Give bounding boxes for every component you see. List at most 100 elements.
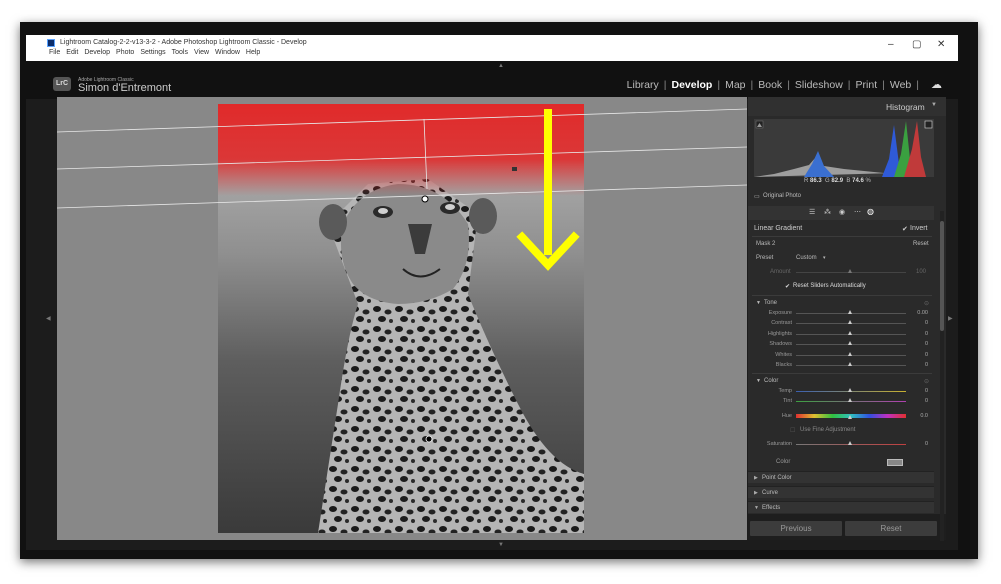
fine-adjustment-checkbox[interactable]: ☐ (790, 427, 795, 434)
hue-label: Hue (781, 413, 792, 419)
window-title: Lightroom Catalog-2-2-v13-3-2 - Adobe Ph… (60, 39, 307, 46)
menu-view[interactable]: View (194, 49, 209, 56)
menu-tools[interactable]: Tools (172, 49, 188, 56)
tint-label: Tint (783, 398, 792, 404)
minimize-button[interactable]: – (888, 39, 894, 50)
menu-photo[interactable]: Photo (116, 49, 134, 56)
blacks-slider-thumb[interactable] (848, 362, 852, 366)
module-library[interactable]: Library (627, 79, 659, 91)
section-curve[interactable]: ▶ Curve (748, 486, 934, 498)
image-work-area[interactable] (57, 97, 747, 540)
reset-sliders-label[interactable]: Reset Sliders Automatically (793, 283, 866, 289)
curve-title[interactable]: Curve (762, 490, 778, 496)
previous-button[interactable]: Previous (750, 521, 842, 536)
contrast-label: Contrast (771, 320, 792, 326)
curve-expand-icon[interactable]: ▶ (754, 490, 758, 496)
section-point-color[interactable]: ▶ Point Color (748, 471, 934, 483)
preset-chevron-icon[interactable]: ▾ (823, 255, 826, 261)
color-toggle-icon[interactable]: ⊝ (924, 378, 929, 385)
color-title[interactable]: Color (764, 378, 778, 384)
module-picker: Library | Develop | Map | Book | Slideshow | … (626, 78, 942, 92)
module-map[interactable]: Map (725, 79, 745, 91)
tone-toggle-icon[interactable]: ⊝ (924, 300, 929, 307)
shadows-slider-thumb[interactable] (848, 341, 852, 345)
panel-scrollbar-thumb[interactable] (940, 221, 944, 331)
blacks-value[interactable]: 0 (912, 362, 928, 368)
lrc-logo: LrC (53, 77, 71, 91)
crop-tool-icon[interactable]: ☰ (809, 208, 815, 216)
cloud-icon[interactable]: ☁ (931, 78, 942, 91)
invert-checkbox[interactable]: ✔ (902, 225, 908, 233)
healing-tool-icon[interactable]: ⁂ (824, 208, 831, 216)
reset-button[interactable]: Reset (845, 521, 937, 536)
histogram-graph[interactable] (754, 119, 934, 177)
exposure-value[interactable]: 0.00 (912, 310, 928, 316)
histogram-title[interactable]: Histogram (886, 102, 925, 112)
module-web[interactable]: Web (890, 79, 911, 91)
tint-value[interactable]: 0 (912, 398, 928, 404)
effects-title[interactable]: Effects (762, 505, 780, 511)
maximize-button[interactable]: ▢ (912, 39, 921, 50)
right-panel-toggle-icon[interactable]: ▶ (948, 315, 953, 322)
reset-sliders-checkbox[interactable]: ✔ (785, 283, 790, 290)
color-swatch[interactable] (887, 459, 903, 466)
saturation-value[interactable]: 0 (912, 441, 928, 447)
mask-reset-link[interactable]: Reset (913, 241, 929, 247)
whites-label: Whites (775, 352, 792, 358)
tone-title[interactable]: Tone (764, 300, 777, 306)
whites-value[interactable]: 0 (912, 352, 928, 358)
top-panel-toggle-icon[interactable]: ▲ (498, 63, 504, 69)
module-book[interactable]: Book (758, 79, 782, 91)
masking-tool-icon[interactable]: ◍ (867, 207, 874, 216)
shadows-value[interactable]: 0 (912, 341, 928, 347)
point-color-title[interactable]: Point Color (762, 475, 792, 481)
close-button[interactable]: ✕ (937, 39, 945, 50)
whites-slider-thumb[interactable] (848, 352, 852, 356)
lightroom-app: LrC Adobe Lightroom Classic Simon d'Entr… (26, 61, 958, 550)
filmstrip-toggle-icon[interactable]: ▼ (498, 542, 504, 548)
hue-slider-thumb[interactable] (848, 415, 852, 419)
app-icon (47, 39, 55, 47)
fine-adjustment-label[interactable]: Use Fine Adjustment (800, 427, 855, 433)
menu-develop[interactable]: Develop (84, 49, 110, 56)
hue-value[interactable]: 0.0 (912, 413, 928, 419)
preset-dropdown[interactable]: Custom (796, 255, 817, 261)
menu-file[interactable]: File (49, 49, 60, 56)
menu-settings[interactable]: Settings (140, 49, 165, 56)
exposure-slider-thumb[interactable] (848, 310, 852, 314)
temp-slider-thumb[interactable] (848, 388, 852, 392)
more-tools-icon[interactable]: ⋯ (854, 208, 861, 216)
effects-expand-icon[interactable]: ▼ (754, 505, 759, 511)
contrast-slider-thumb[interactable] (848, 320, 852, 324)
left-panel-toggle-icon[interactable]: ◀ (46, 315, 51, 322)
contrast-value[interactable]: 0 (912, 320, 928, 326)
exposure-label: Exposure (768, 310, 792, 316)
window-titlebar: Lightroom Catalog-2-2-v13-3-2 - Adobe Ph… (26, 35, 958, 61)
highlights-slider-thumb[interactable] (848, 331, 852, 335)
invert-label[interactable]: Invert (910, 225, 928, 232)
highlights-value[interactable]: 0 (912, 331, 928, 337)
original-photo-label: Original Photo (763, 193, 802, 199)
point-color-expand-icon[interactable]: ▶ (754, 475, 758, 481)
histogram-collapse-icon[interactable]: ▼ (931, 102, 937, 108)
tone-collapse-icon[interactable]: ▼ (756, 300, 761, 306)
section-effects[interactable]: ▼ Effects (748, 501, 934, 513)
red-eye-tool-icon[interactable]: ◉ (839, 208, 845, 216)
amount-value: 100 (916, 269, 927, 275)
saturation-slider-thumb[interactable] (848, 441, 852, 445)
menu-help[interactable]: Help (246, 49, 260, 56)
highlights-label: Highlights (767, 331, 792, 337)
menu-edit[interactable]: Edit (66, 49, 78, 56)
temp-value[interactable]: 0 (912, 388, 928, 394)
color-collapse-icon[interactable]: ▼ (756, 378, 761, 384)
blacks-label: Blacks (775, 362, 792, 368)
amount-slider-thumb[interactable] (848, 269, 852, 273)
menu-window[interactable]: Window (215, 49, 240, 56)
module-print[interactable]: Print (856, 79, 878, 91)
original-photo-icon: ▭ (754, 194, 760, 200)
preset-label: Preset (756, 255, 774, 261)
module-develop[interactable]: Develop (671, 79, 712, 91)
linear-gradient-guides[interactable] (57, 97, 747, 540)
tint-slider-thumb[interactable] (848, 398, 852, 402)
module-slideshow[interactable]: Slideshow (795, 79, 843, 91)
